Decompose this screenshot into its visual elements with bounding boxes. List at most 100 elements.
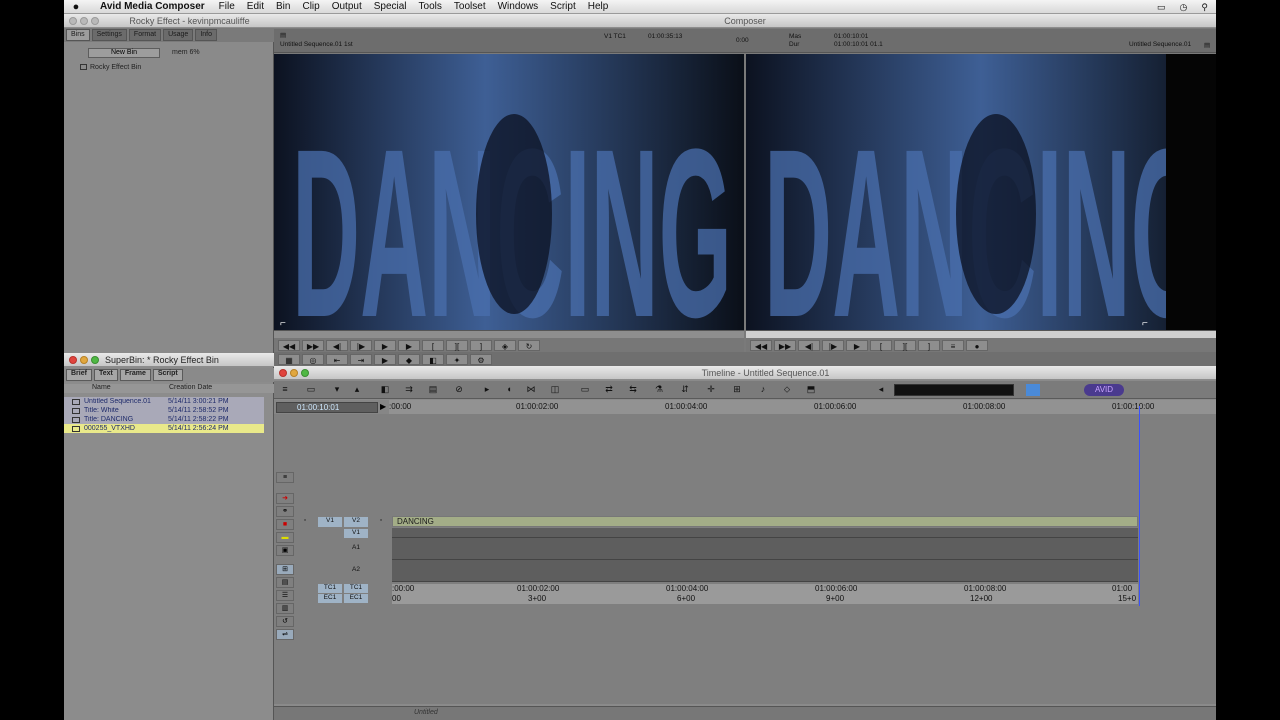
window-controls[interactable] <box>279 368 309 377</box>
record-button[interactable]: ● <box>966 339 988 351</box>
mark-clip-icon[interactable]: ⋈ <box>524 384 538 396</box>
step-forward-button[interactable]: |▶ <box>350 339 372 351</box>
tab-format[interactable]: Format <box>128 29 162 41</box>
go-out-button[interactable]: ⇥ <box>350 353 372 365</box>
audio-mix-icon[interactable]: ♪ <box>756 384 770 396</box>
app-menu[interactable]: Avid Media Composer <box>100 1 205 12</box>
step-forward-button[interactable]: |▶ <box>822 339 844 351</box>
record-position-bar[interactable] <box>746 330 1216 338</box>
snap-button[interactable]: ▦ <box>278 353 300 365</box>
step-back-button[interactable]: ◀| <box>798 339 820 351</box>
record-track-tc1[interactable]: TC1 <box>344 584 368 593</box>
trim-icon[interactable]: ↺ <box>276 616 294 627</box>
columns-icon[interactable]: ▥ <box>276 603 294 614</box>
menu-windows[interactable]: Windows <box>498 1 539 12</box>
playhead[interactable] <box>1139 406 1140 606</box>
settings-icon[interactable] <box>1026 384 1040 396</box>
segment-icon[interactable]: ◧ <box>378 384 392 396</box>
effect-icon[interactable]: ⚗ <box>652 384 666 396</box>
sync-icon[interactable]: ⇌ <box>276 629 294 640</box>
mark-out-button[interactable]: ] <box>470 339 492 351</box>
dropdown-icon[interactable]: ▾ <box>330 384 344 396</box>
zoom-scale[interactable] <box>894 384 1014 396</box>
col-name[interactable]: Name <box>92 384 111 391</box>
menu-toolset[interactable]: Toolset <box>454 1 486 12</box>
extend-icon[interactable]: ▭ <box>304 384 318 396</box>
tab-bins[interactable]: Bins <box>66 29 90 41</box>
mark-in-icon[interactable]: ◖ <box>502 384 516 396</box>
menu-special[interactable]: Special <box>374 1 407 12</box>
menu-tools[interactable]: Tools <box>419 1 442 12</box>
tab-frame[interactable]: Frame <box>119 369 151 381</box>
go-in-button[interactable]: ⇤ <box>326 353 348 365</box>
overwrite-button[interactable]: ↻ <box>518 339 540 351</box>
menu-file[interactable]: File <box>219 1 235 12</box>
spotlight-icon[interactable]: ⚲ <box>1201 2 1208 13</box>
source-track-tc1[interactable]: TC1 <box>318 584 342 593</box>
mark-out-button[interactable]: ] <box>918 339 940 351</box>
record-track-v2[interactable]: V2 <box>344 517 368 527</box>
menu-output[interactable]: Output <box>332 1 362 12</box>
no-entry-icon[interactable]: ⊘ <box>452 384 466 396</box>
record-track-a1[interactable]: A1 <box>344 544 368 551</box>
clock-icon[interactable]: ◷ <box>1180 2 1188 13</box>
timeline-ruler[interactable]: :00:00 01:00:02:00 01:00:04:00 01:00:06:… <box>389 400 1216 414</box>
apple-icon[interactable]: ● <box>64 1 88 13</box>
mark-clip-button[interactable]: ][ <box>894 339 916 351</box>
a1-track-lane[interactable] <box>392 538 1138 560</box>
red-arrow-icon[interactable]: ➜ <box>276 493 294 504</box>
mark-in-button[interactable]: [ <box>870 339 892 351</box>
record-menu-icon[interactable]: ▤ <box>1204 41 1210 49</box>
a2-track-lane[interactable] <box>392 560 1138 582</box>
snap-icon[interactable]: ✛ <box>704 384 718 396</box>
menu-icon[interactable]: ≡ <box>276 472 294 483</box>
lift-icon[interactable]: ⇉ <box>402 384 416 396</box>
play-button[interactable]: ▶ <box>398 339 420 351</box>
slip-icon[interactable]: ⇆ <box>626 384 640 396</box>
list-item[interactable]: Title: DANCING 5/14/11 2:58:22 PM <box>64 415 264 424</box>
tab-settings[interactable]: Settings <box>91 29 127 41</box>
timeline-titlebar[interactable]: Timeline - Untitled Sequence.01 <box>274 366 1216 380</box>
lift-button[interactable]: ≡ <box>942 339 964 351</box>
fast-forward-button[interactable]: ▶▶ <box>774 339 796 351</box>
superbin-titlebar[interactable]: SuperBin: * Rocky Effect Bin <box>64 353 274 367</box>
motion-icon[interactable]: ⇵ <box>678 384 692 396</box>
tab-usage[interactable]: Usage <box>163 29 194 41</box>
play-reverse-button[interactable]: ▶ <box>374 339 396 351</box>
render-button[interactable]: ⚙ <box>470 353 492 365</box>
up-arrow-icon[interactable]: ▴ <box>350 384 364 396</box>
rewind-button[interactable]: ◀◀ <box>278 339 300 351</box>
tab-brief[interactable]: Brief <box>66 369 92 381</box>
menu-edit[interactable]: Edit <box>247 1 264 12</box>
splice-button[interactable]: ◈ <box>494 339 516 351</box>
record-icon[interactable]: ■ <box>276 519 294 530</box>
red-icon[interactable]: ⊞ <box>730 384 744 396</box>
tab-info[interactable]: Info <box>195 29 218 41</box>
tc-arrow-icon[interactable]: ▶ <box>380 402 386 411</box>
scroll-left-icon[interactable]: ◂ <box>874 384 888 396</box>
title-clip[interactable]: DANCING <box>392 516 1138 527</box>
monitor-icon[interactable]: ▣ <box>276 545 294 556</box>
source-menu-icon[interactable]: ▤ <box>280 31 286 39</box>
record-name[interactable]: Untitled Sequence.01 <box>1129 41 1191 48</box>
battery-icon[interactable]: ▭ <box>1157 2 1166 13</box>
menu-icon[interactable]: ≡ <box>278 384 292 396</box>
note-icon[interactable]: ▬ <box>276 532 294 543</box>
timecode-display[interactable]: 01:00:10:01 <box>276 402 378 413</box>
link-icon[interactable]: ⚭ <box>276 506 294 517</box>
mark-out-icon[interactable]: ◫ <box>548 384 562 396</box>
track-monitor-icon[interactable]: ▫ <box>380 517 382 524</box>
keyframe-icon[interactable]: ⬦ <box>780 384 794 396</box>
render-icon[interactable]: ⬒ <box>804 384 818 396</box>
grid-icon[interactable]: ⊞ <box>276 564 294 575</box>
list-item[interactable]: Untitled Sequence.01 5/14/11 3:00:21 PM <box>64 397 264 406</box>
trim-icon[interactable]: ⇄ <box>602 384 616 396</box>
step-back-button[interactable]: ◀| <box>326 339 348 351</box>
mark-in-button[interactable]: [ <box>422 339 444 351</box>
source-track-ec1[interactable]: EC1 <box>318 594 342 603</box>
play-icon[interactable]: ▸ <box>480 384 494 396</box>
menu-script[interactable]: Script <box>550 1 576 12</box>
match-frame-button[interactable]: ◆ <box>398 353 420 365</box>
menu-bin[interactable]: Bin <box>276 1 290 12</box>
list-icon[interactable]: ☰ <box>276 590 294 601</box>
